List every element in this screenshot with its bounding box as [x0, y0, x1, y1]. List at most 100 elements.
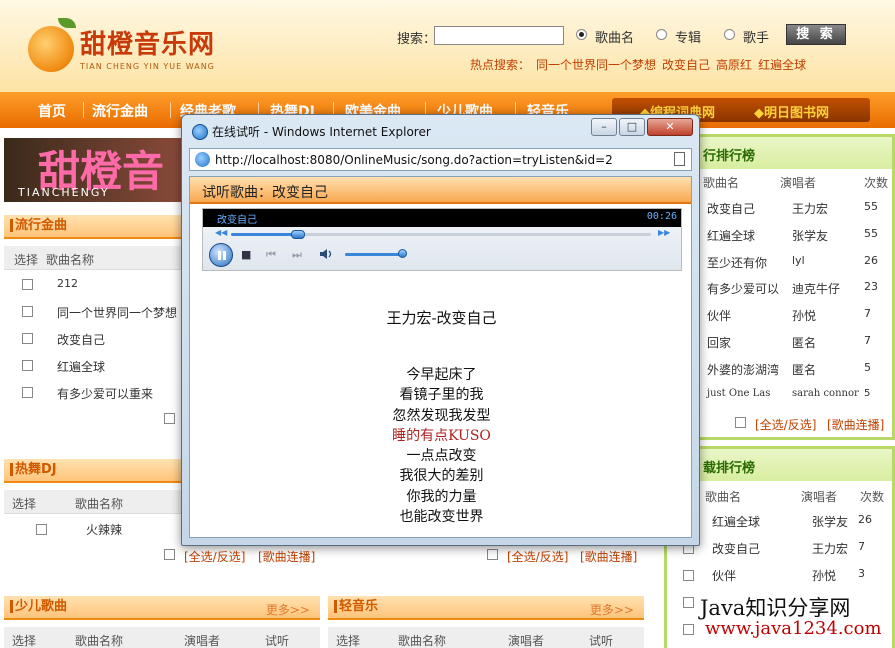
- hot-search-link[interactable]: 高原红: [716, 58, 752, 72]
- player-time: 00:26: [646, 211, 677, 222]
- rank-song[interactable]: 回家: [707, 334, 731, 351]
- rank-song[interactable]: 红遍全球: [712, 513, 760, 530]
- lyric-line: 看镜子里的我: [399, 387, 484, 404]
- song-checkbox[interactable]: [36, 524, 47, 535]
- lyric-title: 王力宏-改变自己: [386, 309, 497, 327]
- hot-search-link[interactable]: 改变自己: [662, 58, 710, 72]
- listen-popup-window: 在线试听 - Windows Internet Explorer – □ ✕ h…: [181, 114, 700, 546]
- rank-singer: 王力宏: [792, 202, 829, 216]
- rank-singer: 王力宏: [812, 542, 849, 556]
- seek-back-icon[interactable]: ◀◀: [215, 228, 227, 237]
- search-input[interactable]: [434, 26, 564, 45]
- kids-column-header: 选择 歌曲名称 演唱者 试听: [4, 627, 320, 648]
- lyric-line: 今早起床了: [406, 367, 477, 383]
- close-button[interactable]: ✕: [647, 118, 693, 136]
- listen-title: 试听歌曲：改变自己: [202, 185, 328, 201]
- column-select: 选择: [14, 253, 39, 267]
- song-checkbox[interactable]: [683, 597, 694, 608]
- song-link[interactable]: 同一个世界同一个梦想: [57, 304, 177, 321]
- rank-song[interactable]: 伙伴: [707, 307, 731, 324]
- play-all-link[interactable]: [歌曲连播]: [580, 548, 637, 565]
- select-all-link[interactable]: [全选/反选]: [184, 548, 245, 565]
- song-link[interactable]: 红遍全球: [57, 358, 105, 375]
- seek-thumb[interactable]: [291, 230, 306, 239]
- rank-song[interactable]: 有多少爱可以: [707, 280, 779, 297]
- light-more-link[interactable]: 更多>>: [590, 601, 634, 618]
- rank-song[interactable]: 伙伴: [712, 567, 736, 584]
- rank-count: 55: [864, 227, 878, 240]
- song-link[interactable]: 改变自己: [57, 331, 105, 348]
- column-song-name: 歌曲名称: [75, 634, 124, 648]
- select-all-checkbox[interactable]: [487, 549, 498, 560]
- song-checkbox[interactable]: [22, 360, 33, 371]
- volume-icon[interactable]: [319, 248, 333, 260]
- site-logo-text[interactable]: 甜橙音乐网: [80, 24, 215, 61]
- search-button[interactable]: 搜 索: [786, 24, 846, 45]
- select-all-checkbox[interactable]: [735, 417, 746, 428]
- search-label: 搜索：: [397, 32, 437, 47]
- select-all-checkbox[interactable]: [164, 413, 175, 424]
- rank-singer: 匿名: [792, 336, 817, 350]
- kids-more-link[interactable]: 更多>>: [266, 601, 310, 618]
- hot-search-link[interactable]: 红遍全球: [758, 58, 806, 72]
- column-song-name: 歌曲名称: [398, 634, 447, 648]
- seek-bar[interactable]: [231, 230, 651, 239]
- song-link[interactable]: 有多少爱可以重来: [57, 385, 153, 402]
- song-link[interactable]: 212: [57, 277, 78, 290]
- player-screen: 改变自己 00:26: [203, 209, 681, 227]
- ie-icon: [192, 124, 208, 140]
- rank-count: 7: [864, 307, 871, 320]
- volume-thumb[interactable]: [398, 249, 407, 258]
- maximize-button[interactable]: □: [619, 118, 645, 136]
- rank-panel-title: 载排行榜: [703, 461, 756, 476]
- rank-song[interactable]: 改变自己: [707, 200, 755, 217]
- select-all-link[interactable]: [全选/反选]: [507, 548, 568, 565]
- rank-song[interactable]: 外婆的澎湖湾: [707, 361, 779, 378]
- light-column-header: 选择 歌曲名称 演唱者 试听: [328, 627, 644, 648]
- column-singer: 演唱者: [508, 634, 545, 648]
- radio-album[interactable]: [656, 29, 667, 40]
- rank-song[interactable]: 改变自己: [712, 540, 760, 557]
- minimize-button[interactable]: –: [591, 118, 617, 136]
- song-checkbox[interactable]: [22, 333, 33, 344]
- song-checkbox[interactable]: [22, 306, 33, 317]
- hot-search-link[interactable]: 同一个世界同一个梦想: [536, 58, 656, 72]
- lyric-line: 我很大的差别: [399, 468, 484, 485]
- nav-divider: [170, 102, 171, 118]
- song-checkbox[interactable]: [22, 387, 33, 398]
- rank-count: 26: [858, 513, 872, 526]
- nav-popular[interactable]: 流行金曲: [92, 101, 148, 121]
- rank-song[interactable]: just One Las: [707, 388, 770, 399]
- rank-singer: 孙悦: [812, 569, 837, 583]
- rank-count: 23: [864, 280, 878, 293]
- dj-section-title: 热舞DJ: [10, 463, 57, 476]
- rank-singer: 匿名: [792, 363, 817, 377]
- play-all-link[interactable]: [歌曲连播]: [827, 416, 884, 433]
- ie-page-icon: [195, 152, 210, 167]
- link-mingri-books[interactable]: ◆明日图书网: [754, 102, 829, 121]
- next-icon[interactable]: ⏭: [292, 249, 302, 260]
- previous-icon[interactable]: ⏮: [266, 249, 276, 260]
- song-checkbox[interactable]: [22, 279, 33, 290]
- radio-singer[interactable]: [724, 29, 735, 40]
- stop-icon[interactable]: ■: [241, 249, 251, 260]
- pause-button[interactable]: [209, 243, 233, 267]
- seek-forward-icon[interactable]: ▶▶: [658, 228, 670, 237]
- select-all-checkbox[interactable]: [164, 549, 175, 560]
- song-checkbox[interactable]: [683, 570, 694, 581]
- column-song-name: 歌曲名称: [75, 497, 124, 511]
- rank-count: 7: [864, 334, 871, 347]
- song-checkbox[interactable]: [683, 624, 694, 635]
- address-bar[interactable]: http://localhost:8080/OnlineMusic/song.d…: [189, 148, 692, 171]
- radio-song-name[interactable]: [576, 29, 587, 40]
- select-all-link[interactable]: [全选/反选]: [755, 416, 816, 433]
- volume-slider[interactable]: [345, 249, 407, 258]
- page-icon[interactable]: [674, 152, 685, 166]
- address-url[interactable]: http://localhost:8080/OnlineMusic/song.d…: [215, 153, 613, 167]
- rank-song[interactable]: 至少还有你: [707, 254, 767, 271]
- play-all-link[interactable]: [歌曲连播]: [258, 548, 315, 565]
- song-link[interactable]: 火辣辣: [86, 521, 122, 538]
- lyric-line: 也能改变世界: [399, 509, 484, 526]
- rank-song[interactable]: 红遍全球: [707, 227, 755, 244]
- nav-home[interactable]: 首页: [38, 101, 66, 121]
